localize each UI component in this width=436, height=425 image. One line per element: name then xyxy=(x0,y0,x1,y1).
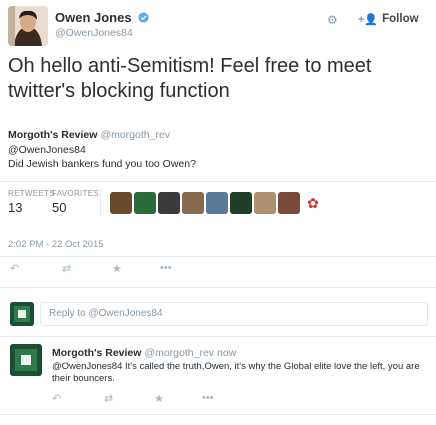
quoted-author-name[interactable]: Morgoth's Review xyxy=(8,129,97,141)
divider xyxy=(0,256,436,257)
retweets-label[interactable]: RETWEETS xyxy=(8,189,55,198)
retweets-count[interactable]: 13 xyxy=(8,200,22,215)
retweet-icon[interactable]: ⇄ xyxy=(62,262,71,275)
follow-label: Follow xyxy=(382,13,419,25)
quoted-mention[interactable]: @OwenJones84 xyxy=(8,144,86,156)
favoriter-avatar[interactable] xyxy=(182,192,204,214)
favoriters-list: ✿ xyxy=(110,192,324,214)
quoted-text: Did Jewish bankers fund you too Owen? xyxy=(8,158,196,170)
follow-person-icon: +👤 xyxy=(358,13,379,26)
reply-input[interactable]: Reply to @OwenJones84 xyxy=(40,302,428,326)
divider xyxy=(0,414,436,415)
reply-icon[interactable]: ↶ xyxy=(10,262,19,275)
favorite-icon[interactable]: ★ xyxy=(154,392,164,405)
favorite-icon[interactable]: ★ xyxy=(112,262,122,275)
tweet-timestamp[interactable]: 2:02 PM - 22 Oct 2015 xyxy=(8,239,104,250)
reply-author-name[interactable]: Morgoth's Review xyxy=(52,347,141,359)
author-name[interactable]: Owen Jones xyxy=(55,10,149,25)
divider xyxy=(0,336,436,337)
reply-author[interactable]: Morgoth's Review @morgoth_rev now xyxy=(52,347,236,359)
follow-button[interactable]: +👤 Follow xyxy=(352,9,425,29)
reply-time[interactable]: now xyxy=(217,347,236,359)
tweet-text: Oh hello anti-Semitism! Feel free to mee… xyxy=(8,55,372,102)
favoriter-avatar[interactable] xyxy=(134,192,156,214)
favoriter-avatar[interactable] xyxy=(158,192,180,214)
favoriter-avatar[interactable]: ✿ xyxy=(302,192,324,214)
stats-divider xyxy=(100,190,101,216)
more-icon[interactable]: ••• xyxy=(202,392,214,404)
favoriter-avatar[interactable] xyxy=(278,192,300,214)
favoriter-avatar[interactable] xyxy=(110,192,132,214)
more-icon[interactable]: ••• xyxy=(160,262,172,274)
author-handle[interactable]: @OwenJones84 xyxy=(55,27,133,39)
gear-icon[interactable]: ⚙ xyxy=(327,13,338,27)
favorites-count[interactable]: 50 xyxy=(52,200,66,215)
reply-text: @OwenJones84 It's called the truth,Owen,… xyxy=(52,361,420,384)
verified-icon xyxy=(138,12,149,23)
current-user-avatar[interactable] xyxy=(10,302,34,326)
divider xyxy=(0,181,436,182)
reply-author-handle[interactable]: @morgoth_rev xyxy=(144,347,214,359)
author-name-text[interactable]: Owen Jones xyxy=(55,10,132,25)
favoriter-avatar[interactable] xyxy=(254,192,276,214)
retweet-icon[interactable]: ⇄ xyxy=(104,392,113,405)
favoriter-avatar[interactable] xyxy=(206,192,228,214)
quoted-author[interactable]: Morgoth's Review @morgoth_rev xyxy=(8,129,170,141)
reply-author-avatar[interactable] xyxy=(10,344,42,376)
reply-icon[interactable]: ↶ xyxy=(52,392,61,405)
quoted-author-handle[interactable]: @morgoth_rev xyxy=(100,129,170,141)
favorites-label[interactable]: FAVORITES xyxy=(52,189,99,198)
favoriter-avatar[interactable] xyxy=(230,192,252,214)
divider xyxy=(0,287,436,288)
author-avatar[interactable] xyxy=(8,6,48,46)
